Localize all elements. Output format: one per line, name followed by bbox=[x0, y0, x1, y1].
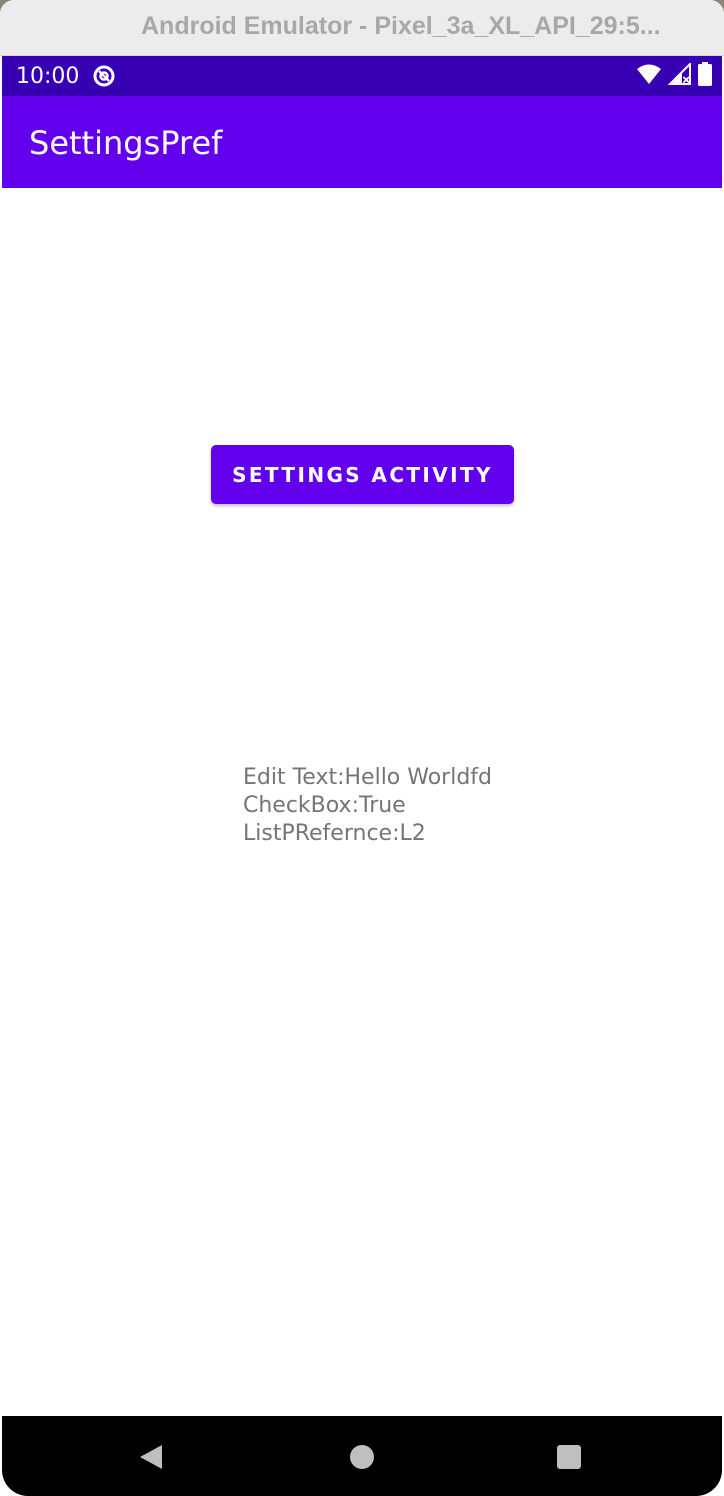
emulator-window: Android Emulator - Pixel_3a_XL_API_29:5.… bbox=[0, 0, 724, 1496]
preferences-summary: Edit Text:Hello Worldfd CheckBox:True Li… bbox=[243, 764, 492, 848]
settings-activity-button[interactable]: Settings Activity bbox=[211, 445, 514, 504]
status-time: 10:00 bbox=[16, 64, 80, 89]
app-title: SettingsPref bbox=[29, 124, 223, 162]
app-bar: SettingsPref bbox=[2, 96, 722, 188]
main-content: Settings Activity Edit Text:Hello Worldf… bbox=[2, 188, 722, 1416]
status-bar: 10:00 bbox=[2, 56, 722, 96]
checkbox-value: CheckBox:True bbox=[243, 793, 406, 818]
recents-icon[interactable] bbox=[552, 1440, 586, 1474]
list-preference-value: ListPRefernce:L2 bbox=[243, 821, 426, 846]
do-not-disturb-icon bbox=[92, 64, 116, 88]
home-icon[interactable] bbox=[345, 1440, 379, 1474]
window-titlebar[interactable]: Android Emulator - Pixel_3a_XL_API_29:5.… bbox=[0, 0, 724, 56]
back-icon[interactable] bbox=[134, 1440, 168, 1474]
edit-text-value: Edit Text:Hello Worldfd bbox=[243, 765, 493, 790]
device-screen: 10:00 SettingsPref SETTINGS ACTIVITY Edi… bbox=[2, 56, 722, 1496]
battery-icon bbox=[698, 61, 712, 91]
navigation-bar bbox=[2, 1416, 722, 1496]
wifi-icon bbox=[636, 63, 662, 90]
signal-icon bbox=[667, 61, 692, 90]
window-title: Android Emulator - Pixel_3a_XL_API_29:5.… bbox=[141, 12, 661, 40]
